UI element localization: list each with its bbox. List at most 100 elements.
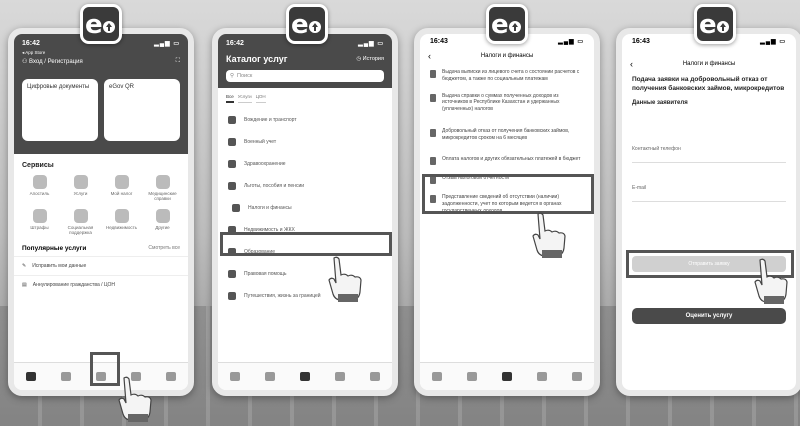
- category-item-taxes[interactable]: Налоги и финансы: [222, 197, 388, 219]
- list-item[interactable]: ✎ Исправить мои данные: [14, 256, 188, 275]
- category-item[interactable]: Здравоохранение: [218, 153, 392, 175]
- digital-documents-card[interactable]: Цифровые документы: [22, 79, 98, 141]
- document-icon: [430, 93, 436, 102]
- application-heading: Подача заявки на добровольный отказ от п…: [632, 76, 785, 92]
- category-label: Вождение и транспорт: [244, 117, 297, 123]
- services-grid: Апостиль Услуги Мой налог Медицинские сп…: [14, 173, 188, 235]
- back-icon[interactable]: ‹: [428, 51, 431, 61]
- service-label: Другие: [155, 225, 170, 230]
- service-tile[interactable]: Услуги: [61, 173, 100, 201]
- tab-apps-icon[interactable]: [265, 372, 276, 381]
- document-icon: [430, 128, 436, 137]
- service-icon: [73, 209, 88, 223]
- login-link[interactable]: ⚇ Вход / Регистрация: [22, 58, 83, 65]
- car-icon: [228, 116, 236, 124]
- highlight-box: [422, 174, 594, 214]
- service-tile[interactable]: Апостиль: [20, 173, 59, 201]
- services-title: Сервисы: [22, 162, 54, 169]
- search-input[interactable]: ⚲ Поиск: [226, 70, 384, 82]
- page-title: Каталог услуг: [226, 54, 288, 64]
- service-label: Выдача выписки из лицевого счета о состо…: [442, 69, 580, 82]
- tab-home-icon[interactable]: [432, 372, 443, 381]
- legal-icon: [228, 270, 236, 278]
- phone-screen-home: 16:42 ▂▄▆ ▭ ◂ App Store ⚇ Вход / Регистр…: [8, 28, 194, 396]
- service-icon: [32, 175, 47, 189]
- service-tile[interactable]: Мой налог: [102, 173, 141, 201]
- egov-logo-icon: e: [486, 4, 528, 44]
- phone-screen-catalog: 16:42 ▂▄▆ ▭ Каталог услуг ◷ История ⚲ По…: [212, 28, 398, 396]
- history-link[interactable]: ◷ История: [356, 56, 384, 62]
- service-tile[interactable]: Социальная поддержка: [61, 207, 100, 235]
- list-item-label: Исправить мои данные: [32, 263, 87, 269]
- service-label: Оплата налогов и других обязательных пла…: [442, 156, 581, 163]
- service-tile[interactable]: Другие: [143, 207, 182, 235]
- tab-home-icon[interactable]: [230, 372, 241, 381]
- service-tile[interactable]: Недвижимость: [102, 207, 141, 235]
- category-label: Правовая помощь: [244, 271, 287, 277]
- qr-scan-icon[interactable]: ⛶: [176, 58, 180, 65]
- tab-more-icon[interactable]: [571, 372, 582, 381]
- popular-title: Популярные услуги: [22, 245, 87, 252]
- tab-home-icon[interactable]: [26, 372, 37, 381]
- service-item[interactable]: Выдача справки о суммах полученных доход…: [420, 88, 594, 118]
- status-time: 16:42: [22, 39, 40, 47]
- list-item[interactable]: ▤ Аннулирование гражданства / ЦОН: [14, 275, 188, 294]
- category-label: Льготы, пособия и пенсии: [244, 183, 305, 189]
- tab-bar: [218, 362, 392, 390]
- status-time: 16:43: [430, 37, 448, 45]
- service-item-refusal[interactable]: Добровольный отказ от получения банковск…: [424, 122, 590, 148]
- category-item[interactable]: Льготы, пособия и пенсии: [218, 175, 392, 197]
- popular-see-all-link[interactable]: Смотреть все: [148, 245, 180, 252]
- service-label: Добровольный отказ от получения банковск…: [442, 127, 570, 141]
- tab-catalog-icon[interactable]: [501, 372, 512, 381]
- service-tile[interactable]: Медицинские справки: [143, 173, 182, 201]
- tab-catalog-icon[interactable]: [299, 372, 310, 381]
- tab-profile-icon[interactable]: [536, 372, 547, 381]
- health-icon: [228, 160, 236, 168]
- service-item[interactable]: Оплата налогов и других обязательных пла…: [420, 151, 594, 170]
- chip-con[interactable]: ЦОН: [255, 94, 266, 103]
- egov-logo-icon: e: [286, 4, 328, 44]
- military-icon: [228, 138, 236, 146]
- egov-logo-icon: e: [80, 4, 122, 44]
- signal-icon: ▂▄▆ ▭: [154, 40, 180, 47]
- category-label: Военный учет: [244, 139, 277, 145]
- service-label: Социальная поддержка: [67, 225, 94, 235]
- phone-screen-application: 16:43 ▂▄▆ ▭ ‹ Налоги и финансы Подача за…: [616, 28, 800, 396]
- tab-apps-icon[interactable]: [61, 372, 72, 381]
- page-title: Налоги и финансы: [480, 53, 534, 59]
- svg-text:e: e: [85, 10, 103, 39]
- service-label: Услуги: [73, 191, 88, 196]
- chip-services[interactable]: Услуги: [237, 94, 252, 103]
- tab-bar: [420, 362, 594, 390]
- carrier-label: ◂ App Store: [22, 50, 46, 55]
- tab-profile-icon[interactable]: [334, 372, 345, 381]
- category-item[interactable]: Вождение и транспорт: [218, 109, 392, 131]
- service-label: Штрафы: [30, 225, 49, 230]
- phone-field[interactable]: [632, 161, 786, 163]
- email-field[interactable]: [632, 200, 786, 202]
- svg-text:e: e: [291, 10, 309, 39]
- tab-more-icon[interactable]: [165, 372, 176, 381]
- tab-more-icon[interactable]: [369, 372, 380, 381]
- search-icon: ⚲: [230, 73, 235, 79]
- status-time: 16:43: [632, 37, 650, 45]
- egov-qr-card[interactable]: eGov QR: [104, 79, 180, 141]
- user-edit-icon: ✎: [22, 263, 27, 269]
- applicant-data-heading: Данные заявителя: [632, 99, 688, 106]
- service-label: Апостиль: [29, 191, 50, 196]
- email-field-label: E-mail: [632, 184, 647, 191]
- category-item[interactable]: Военный учет: [218, 131, 392, 153]
- document-icon: ▤: [22, 282, 27, 288]
- chip-all[interactable]: Все: [226, 94, 234, 103]
- pointer-hand-icon: [754, 258, 788, 304]
- rate-service-button[interactable]: Оценить услугу: [632, 308, 786, 324]
- signal-icon: ▂▄▆ ▭: [358, 40, 384, 47]
- service-item[interactable]: Выдача выписки из лицевого счета о состо…: [420, 64, 594, 88]
- tab-apps-icon[interactable]: [467, 372, 478, 381]
- service-icon: [73, 175, 88, 189]
- service-tile[interactable]: Штрафы: [20, 207, 59, 235]
- category-label: Здравоохранение: [244, 161, 286, 167]
- back-icon[interactable]: ‹: [630, 59, 633, 69]
- pointer-hand-icon: [328, 256, 362, 302]
